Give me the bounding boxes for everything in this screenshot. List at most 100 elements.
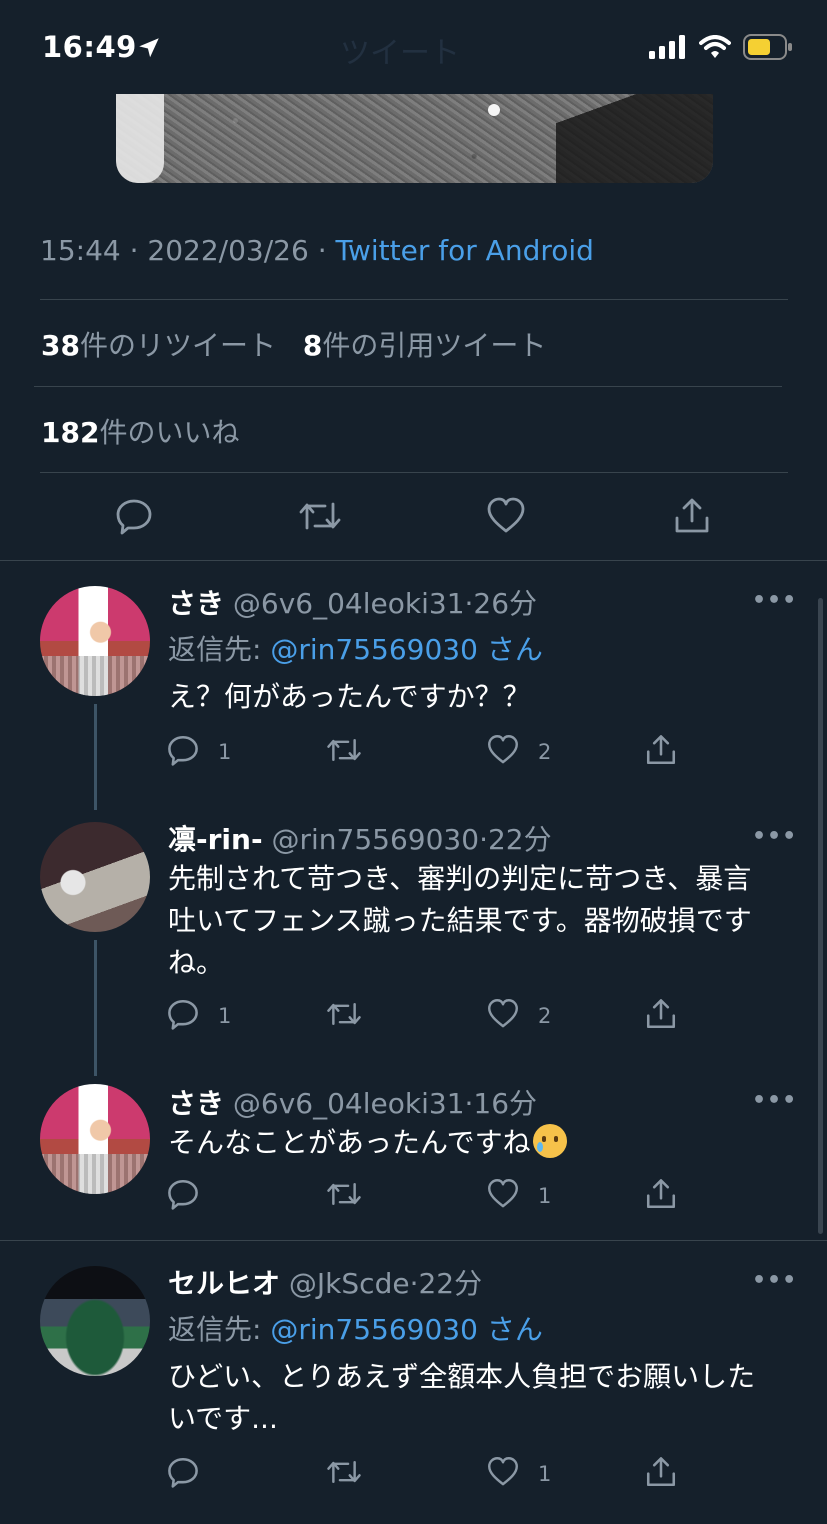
- reply-button[interactable]: [166, 1176, 218, 1216]
- user-handle[interactable]: @6v6_04leoki31: [233, 587, 465, 620]
- retweet-button[interactable]: [326, 732, 380, 772]
- avatar[interactable]: [40, 822, 150, 932]
- user-handle[interactable]: @rin75569030: [272, 823, 480, 856]
- like-count: 2: [538, 1004, 552, 1028]
- reply-action-bar: 1 2: [0, 732, 827, 772]
- reply-button[interactable]: [112, 492, 156, 544]
- divider: [40, 299, 788, 300]
- reply-count: 1: [218, 1004, 232, 1028]
- share-icon: [644, 997, 678, 1036]
- divider: [0, 1240, 827, 1241]
- reply-text: ひどい、とりあえず全額本人負担でお願いしたいです...: [168, 1360, 756, 1435]
- divider: [0, 560, 827, 561]
- like-count: 2: [538, 740, 552, 764]
- reply-to-handle[interactable]: @rin75569030: [270, 633, 478, 666]
- reply-action-bar: 1: [0, 1176, 827, 1216]
- like-count: 1: [538, 1462, 552, 1486]
- quotes-label: 件の引用ツイート: [322, 329, 547, 362]
- status-time: 16:49: [42, 30, 137, 64]
- separator: ·: [317, 234, 327, 267]
- share-button[interactable]: [644, 1176, 678, 1216]
- crying-face-emoji: [532, 1124, 567, 1158]
- reply-button[interactable]: [166, 1454, 218, 1494]
- share-icon: [644, 1177, 678, 1216]
- reply-header: さき @6v6_04leoki31·26分: [168, 587, 538, 620]
- like-button[interactable]: 2: [486, 732, 551, 772]
- reply-icon: [114, 496, 154, 540]
- more-options-icon[interactable]: •••: [752, 1268, 797, 1293]
- divider: [40, 472, 788, 473]
- user-handle[interactable]: @JkScde: [289, 1267, 410, 1300]
- reply-text: そんなことがあったんですね: [168, 1126, 531, 1159]
- more-options-icon[interactable]: •••: [752, 1088, 797, 1113]
- tweet-media-image[interactable]: [116, 94, 713, 183]
- reply-action-bar: 1 2: [0, 996, 827, 1036]
- more-options-icon[interactable]: •••: [752, 824, 797, 849]
- heart-icon: [485, 496, 527, 540]
- scrollbar[interactable]: [818, 598, 823, 1234]
- display-name[interactable]: さき: [168, 1087, 224, 1120]
- reply-header: 凛-rin- @rin75569030·22分: [168, 823, 552, 856]
- reply-icon: [166, 1455, 200, 1494]
- location-arrow-icon: [136, 35, 162, 65]
- user-handle[interactable]: @6v6_04leoki31: [233, 1087, 465, 1120]
- retweets-stat[interactable]: 38件のリツイート: [41, 329, 276, 362]
- reply-header: さき @6v6_04leoki31·16分: [168, 1087, 538, 1120]
- tweet-source-link[interactable]: Twitter for Android: [336, 234, 594, 267]
- retweet-button[interactable]: [326, 996, 380, 1036]
- reply-icon: [166, 733, 200, 772]
- display-name[interactable]: 凛-rin-: [168, 823, 263, 856]
- reply-text: 先制されて苛つき、審判の判定に苛つき、暴言吐いてフェンス蹴った結果です。器物破損…: [168, 862, 752, 979]
- reply-to-suffix: さん: [486, 1313, 543, 1346]
- more-options-icon[interactable]: •••: [752, 588, 797, 613]
- reply-button[interactable]: 1: [166, 732, 231, 772]
- reply-time: 16分: [473, 1087, 538, 1120]
- header-title-ghost: ツイート: [340, 36, 460, 71]
- share-button[interactable]: [670, 492, 714, 544]
- battery-icon: [743, 34, 793, 64]
- divider: [34, 386, 782, 387]
- retweet-stats-row: 38件のリツイート 8件の引用ツイート: [41, 324, 546, 364]
- reply-to-line: 返信先: @rin75569030 さん: [168, 628, 543, 668]
- quotes-stat[interactable]: 8件の引用ツイート: [303, 329, 547, 362]
- status-bar: ツイート 16:49: [0, 0, 827, 94]
- retweet-button[interactable]: [298, 492, 342, 544]
- status-indicators: [649, 34, 793, 64]
- reply-button[interactable]: 1: [166, 996, 231, 1036]
- avatar[interactable]: [40, 586, 150, 696]
- share-icon: [672, 496, 712, 540]
- like-button[interactable]: [484, 492, 528, 544]
- display-name[interactable]: さき: [168, 587, 224, 620]
- likes-label: 件のいいね: [99, 416, 240, 449]
- avatar[interactable]: [40, 1266, 150, 1376]
- display-name[interactable]: セルヒオ: [168, 1267, 280, 1300]
- retweet-button[interactable]: [326, 1454, 380, 1494]
- heart-icon: [486, 1177, 520, 1216]
- share-button[interactable]: [644, 996, 678, 1036]
- heart-icon: [486, 997, 520, 1036]
- image-shadow-region: [556, 94, 713, 183]
- retweet-button[interactable]: [326, 1176, 380, 1216]
- reply-time: 22分: [418, 1267, 483, 1300]
- heart-icon: [486, 733, 520, 772]
- retweets-count: 38: [41, 329, 80, 362]
- reply-text-row: そんなことがあったんですね: [168, 1122, 768, 1164]
- share-button[interactable]: [644, 732, 678, 772]
- reply-time: 22分: [487, 823, 552, 856]
- like-button[interactable]: 1: [486, 1176, 551, 1216]
- tweet-date: 2022/03/26: [147, 234, 309, 267]
- likes-stat[interactable]: 182件のいいね: [41, 411, 239, 451]
- retweet-icon: [298, 496, 342, 540]
- reply-icon: [166, 1177, 200, 1216]
- share-button[interactable]: [644, 1454, 678, 1494]
- reply-to-label: 返信先:: [168, 1313, 271, 1346]
- like-button[interactable]: 2: [486, 996, 551, 1036]
- separator: ·: [129, 234, 139, 267]
- retweet-icon: [326, 733, 362, 772]
- retweet-icon: [326, 1455, 362, 1494]
- wifi-icon: [699, 35, 731, 63]
- reply-to-line: 返信先: @rin75569030 さん: [168, 1308, 543, 1348]
- reply-to-handle[interactable]: @rin75569030: [270, 1313, 478, 1346]
- signal-icon: [649, 35, 687, 63]
- like-button[interactable]: 1: [486, 1454, 551, 1494]
